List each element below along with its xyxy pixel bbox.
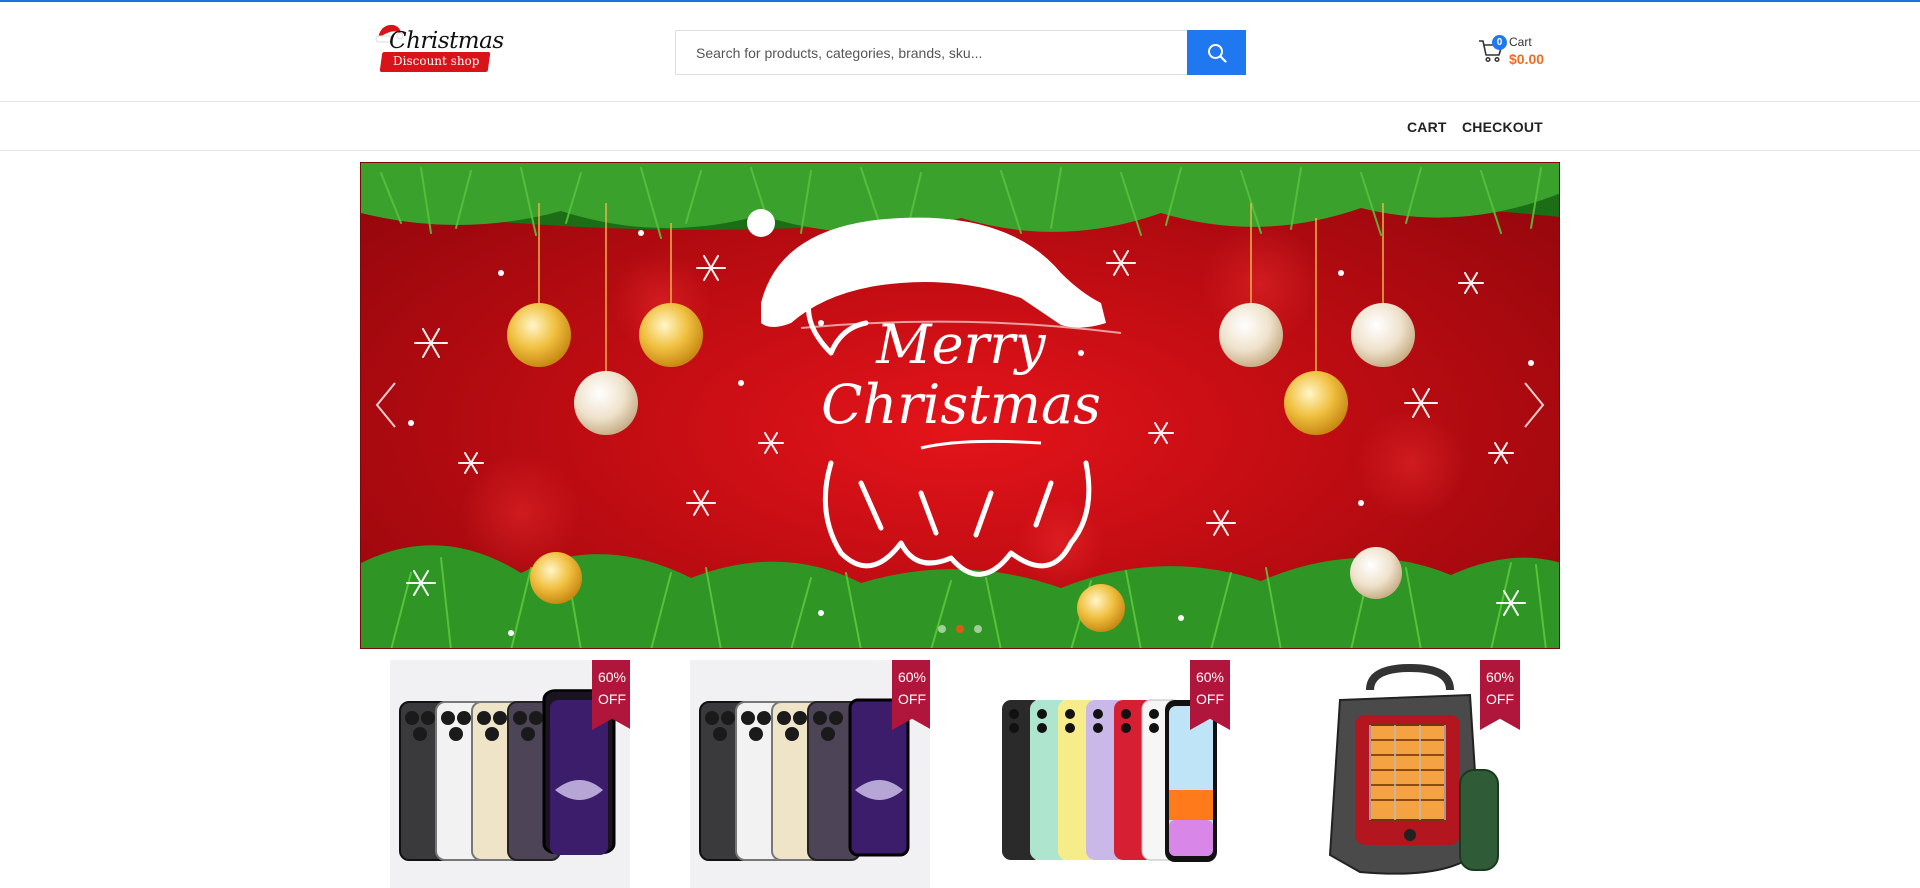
search-button[interactable] (1187, 30, 1246, 75)
nav-item-cart[interactable]: CART (1407, 119, 1447, 135)
header-cart[interactable]: 0 Cart $0.00 (1478, 32, 1558, 72)
badge-off: OFF (898, 691, 926, 707)
product-card[interactable]: 60% OFF (1300, 660, 1540, 888)
nav-item-checkout[interactable]: CHECKOUT (1462, 119, 1543, 135)
site-logo[interactable]: Christmas Discount shop (373, 22, 504, 78)
slider-dot-active[interactable] (956, 625, 964, 633)
slider-dot[interactable] (938, 625, 946, 633)
badge-percent: 60% (897, 669, 927, 685)
slide-text-merry: Merry (875, 313, 1047, 376)
cart-label: Cart (1509, 35, 1532, 49)
cart-count-badge: 0 (1492, 35, 1507, 50)
slide-image-merry-christmas: Merry Christmas (361, 163, 1559, 648)
slider-next-button[interactable] (1519, 379, 1549, 431)
product-card[interactable]: 60% OFF (390, 660, 630, 888)
search-input[interactable] (676, 31, 1188, 74)
slider-dot[interactable] (974, 625, 982, 633)
slider-prev-button[interactable] (371, 379, 401, 431)
slide-text-christmas: Christmas (821, 373, 1101, 436)
hero-slider: Merry Christmas (360, 162, 1560, 649)
site-header: Christmas Discount shop 0 Cart $0.00 (0, 2, 1920, 102)
badge-off: OFF (1486, 691, 1514, 707)
badge-off: OFF (598, 691, 626, 707)
badge-percent: 60% (1195, 669, 1225, 685)
search-icon (1207, 43, 1227, 63)
product-card[interactable]: 60% OFF (990, 660, 1230, 888)
slider-dots (361, 625, 1559, 633)
badge-off: OFF (1196, 691, 1224, 707)
logo-title: Christmas (389, 28, 504, 54)
cart-total: $0.00 (1509, 51, 1545, 67)
product-card[interactable]: 60% OFF (690, 660, 930, 888)
chevron-right-icon (1524, 382, 1545, 428)
main-nav: CART CHECKOUT (0, 103, 1920, 151)
chevron-left-icon (375, 382, 396, 428)
search-bar (675, 30, 1246, 75)
badge-percent: 60% (597, 669, 627, 685)
badge-percent: 60% (1485, 669, 1515, 685)
logo-subtitle: Discount shop (393, 54, 480, 68)
